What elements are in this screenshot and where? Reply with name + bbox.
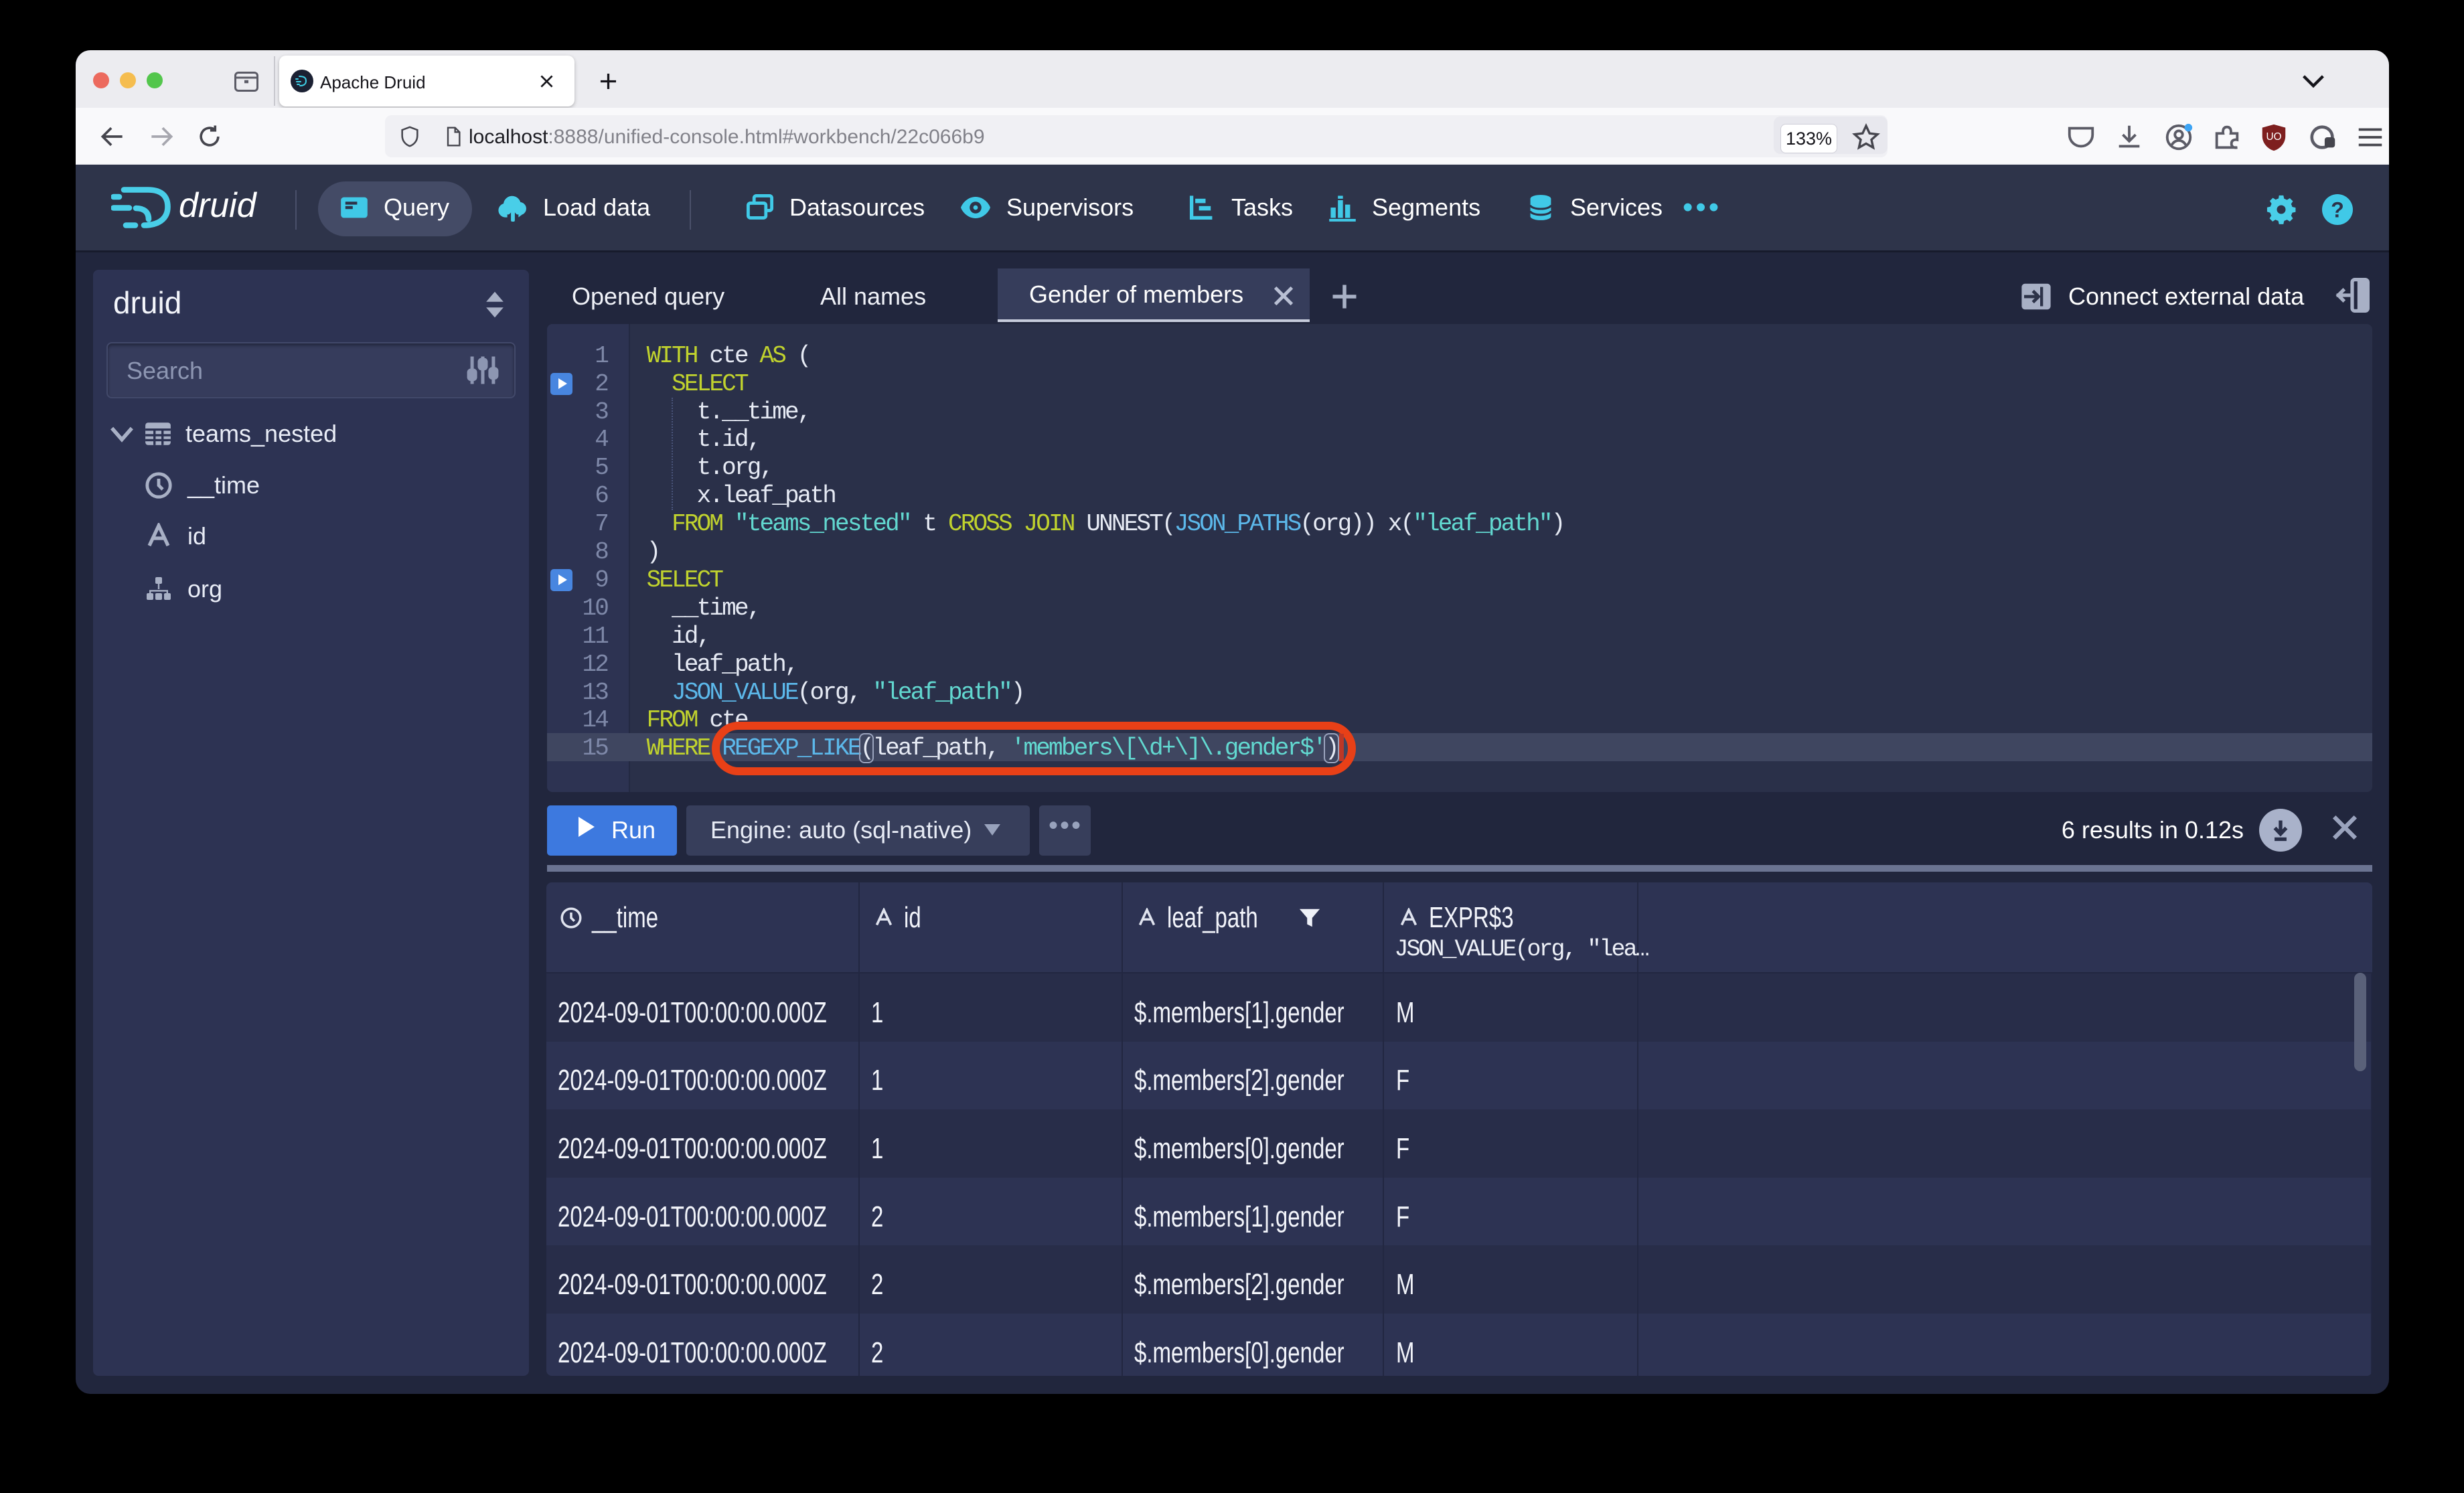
svg-text:UO: UO (2266, 131, 2282, 143)
svg-text:?: ? (2331, 198, 2344, 222)
svg-text:druid: druid (179, 186, 258, 225)
